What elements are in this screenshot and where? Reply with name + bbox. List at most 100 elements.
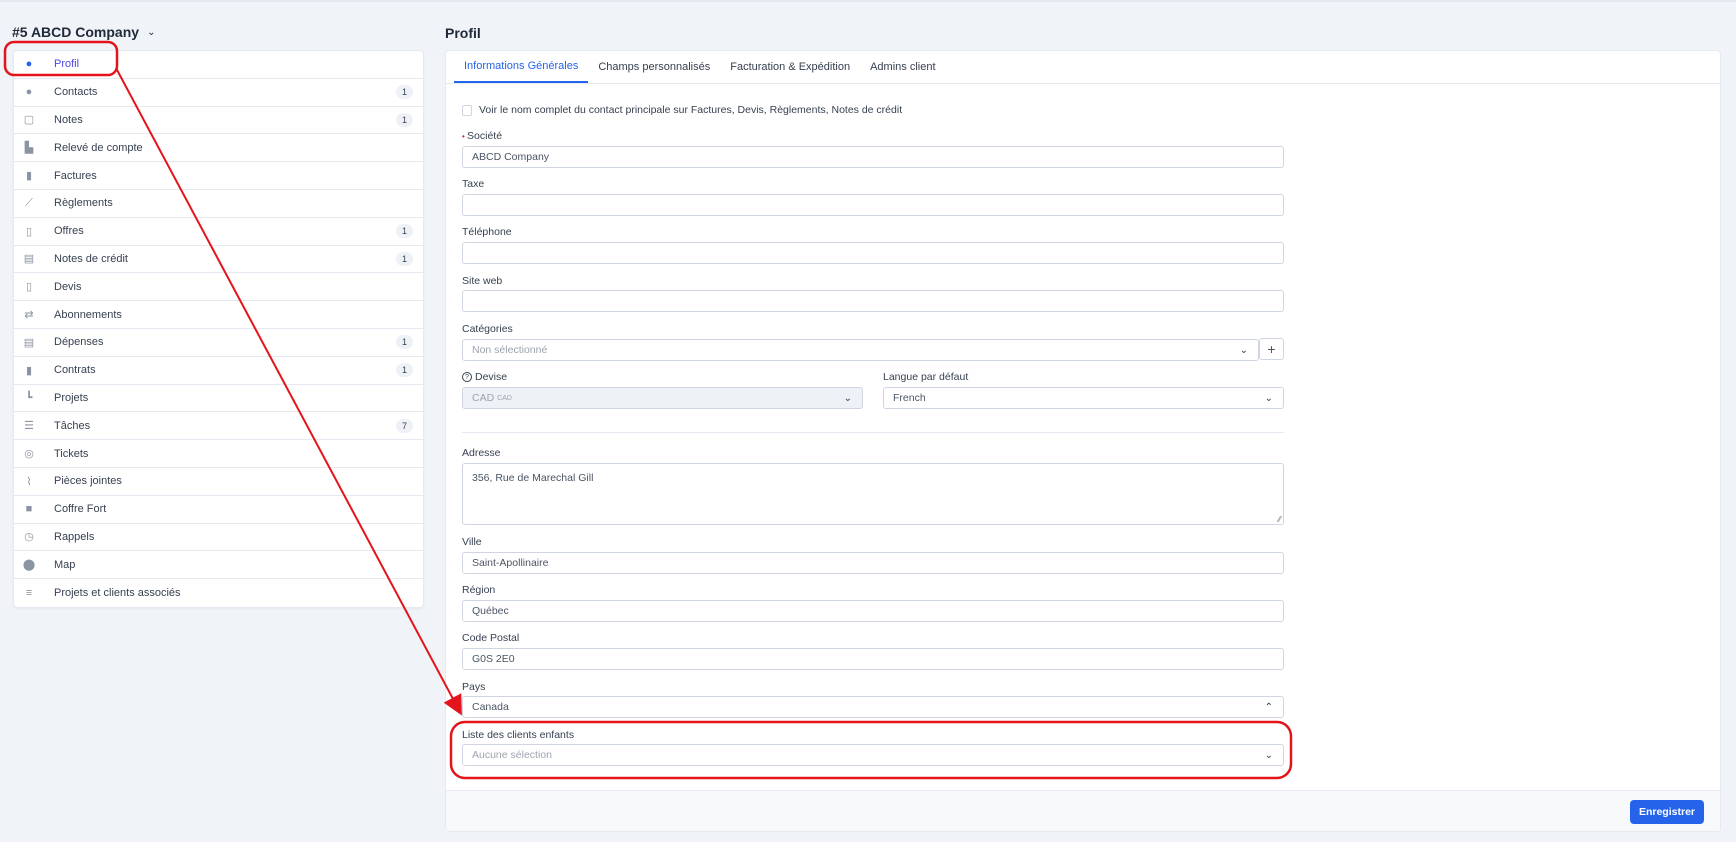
- company-title: #5 ABCD Company: [12, 24, 140, 40]
- sidebar-item-label: Offres: [54, 225, 84, 238]
- sidebar-item-abonnements[interactable]: ⇄ Abonnements: [14, 301, 423, 329]
- sidebar-item-contacts[interactable]: ● Contacts 1: [14, 79, 423, 107]
- map-pin-icon: ⬤: [22, 559, 36, 572]
- sidebar-item-label: Dépenses: [54, 336, 104, 349]
- region-input[interactable]: Québec: [462, 600, 1284, 622]
- user-icon: ●: [25, 86, 33, 99]
- sidebar-item-label: Tickets: [54, 447, 89, 460]
- tab-informations-generales[interactable]: Informations Générales: [454, 51, 589, 83]
- sidebar-item-coffre-fort[interactable]: ■ Coffre Fort: [14, 496, 423, 524]
- file-icon: ▯: [25, 281, 33, 294]
- user-circle-icon: ●: [25, 58, 33, 71]
- sidebar-item-label: Profil: [54, 58, 80, 71]
- sidebar-item-label: Projets et clients associés: [54, 587, 181, 600]
- show-contact-name-option: Voir le nom complet du contact principal…: [462, 104, 902, 116]
- region-label: Région: [462, 584, 496, 596]
- categories-label: Catégories: [462, 323, 513, 335]
- sidebar-item-factures[interactable]: ▮ Factures: [14, 162, 423, 190]
- show-contact-name-checkbox[interactable]: [462, 104, 472, 116]
- tab-admins-client[interactable]: Admins client: [860, 51, 945, 83]
- site-web-label: Site web: [462, 275, 503, 287]
- line-chart-icon: ⟋: [25, 196, 33, 209]
- taxe-input[interactable]: [462, 194, 1284, 216]
- site-web-input[interactable]: [462, 290, 1284, 312]
- invoice-file-icon: ▮: [25, 170, 33, 183]
- sidebar-item-label: Notes de crédit: [54, 252, 128, 265]
- page-title: Profil: [445, 25, 481, 41]
- adresse-textarea[interactable]: 356, Rue de Marechal Gill ⁄⁄: [462, 463, 1284, 525]
- devise-select: CAD CAD ⌄: [462, 387, 863, 409]
- profile-card: Informations Générales Champs personnali…: [445, 50, 1721, 832]
- menu-lines-icon: ≡: [25, 587, 33, 600]
- chevron-down-icon: ⌄: [843, 392, 852, 404]
- chevron-down-icon: ⌄: [1239, 344, 1248, 356]
- count-badge: 1: [395, 85, 413, 100]
- sidebar-item-label: Notes: [54, 113, 83, 126]
- sidebar-item-notes[interactable]: ▢ Notes 1: [14, 107, 423, 135]
- sidebar-item-label: Relevé de compte: [54, 141, 143, 154]
- sidebar-item-contrats[interactable]: ▮ Contrats 1: [14, 357, 423, 385]
- count-badge: 1: [395, 335, 413, 350]
- sidebar-item-offres[interactable]: ▯ Offres 1: [14, 218, 423, 246]
- clients-enfants-select[interactable]: Aucune sélection ⌄: [462, 744, 1284, 766]
- sidebar: ● Profil ● Contacts 1 ▢ Notes 1 ▙ Relevé de compt…: [13, 50, 424, 608]
- area-chart-icon: ▙: [24, 142, 34, 155]
- count-badge: 1: [395, 251, 413, 266]
- sidebar-item-label: Coffre Fort: [54, 503, 107, 516]
- sidebar-item-map[interactable]: ⬤ Map: [14, 551, 423, 580]
- resize-handle-icon[interactable]: ⁄⁄: [1278, 515, 1281, 524]
- sidebar-item-devis[interactable]: ▯ Devis: [14, 273, 423, 302]
- ville-label: Ville: [462, 536, 482, 548]
- count-badge: 1: [395, 363, 413, 378]
- tab-facturation-expedition[interactable]: Facturation & Expédition: [720, 51, 860, 83]
- life-ring-icon: ◎: [24, 448, 34, 461]
- langue-label: Langue par défaut: [883, 371, 969, 383]
- clients-enfants-label: Liste des clients enfants: [462, 729, 575, 741]
- sidebar-item-label: Devis: [54, 280, 82, 293]
- sidebar-item-projets-et-clients-associes[interactable]: ≡ Projets et clients associés: [14, 579, 423, 607]
- sidebar-item-pieces-jointes[interactable]: ⌇ Pièces jointes: [14, 468, 423, 496]
- sidebar-item-rappels[interactable]: ◷ Rappels: [14, 524, 423, 552]
- chevron-down-icon: ⌄: [147, 26, 156, 38]
- lock-icon: ■: [25, 503, 33, 516]
- code-postal-input[interactable]: G0S 2E0: [462, 648, 1284, 670]
- chevron-down-icon: ⌄: [1264, 392, 1273, 404]
- devise-label: ? Devise: [462, 371, 507, 383]
- contract-file-icon: ▮: [25, 364, 33, 377]
- sidebar-item-label: Factures: [54, 169, 97, 182]
- task-list-icon: ☰: [24, 420, 34, 433]
- adresse-label: Adresse: [462, 447, 501, 459]
- tab-champs-personnalises[interactable]: Champs personnalisés: [588, 51, 720, 83]
- count-badge: 1: [395, 224, 413, 239]
- file-text-icon: ▤: [23, 336, 35, 349]
- add-category-button[interactable]: +: [1259, 338, 1284, 360]
- pays-select[interactable]: Canada ⌃: [462, 696, 1284, 718]
- chevron-up-icon: ⌃: [1264, 701, 1273, 713]
- sidebar-item-profil[interactable]: ● Profil: [14, 51, 423, 79]
- sidebar-item-taches[interactable]: ☰ Tâches 7: [14, 412, 423, 441]
- file-p-icon: ▯: [25, 225, 33, 238]
- sidebar-item-label: Projets: [54, 391, 89, 404]
- langue-select[interactable]: French ⌄: [883, 387, 1284, 409]
- sidebar-item-releve-de-compte[interactable]: ▙ Relevé de compte: [14, 134, 423, 163]
- save-button[interactable]: Enregistrer: [1629, 800, 1704, 824]
- sticky-note-icon: ▢: [23, 114, 35, 127]
- sidebar-item-depenses[interactable]: ▤ Dépenses 1: [14, 329, 423, 357]
- sidebar-item-reglements[interactable]: ⟋ Règlements: [14, 190, 423, 218]
- sidebar-item-label: Contrats: [54, 364, 96, 377]
- help-icon[interactable]: ?: [462, 372, 472, 382]
- societe-input[interactable]: ABCD Company: [462, 146, 1284, 168]
- categories-select[interactable]: Non sélectionné ⌄: [462, 339, 1259, 361]
- card-footer: Enregistrer: [446, 790, 1720, 831]
- sidebar-item-tickets[interactable]: ◎ Tickets: [14, 440, 423, 468]
- ville-input[interactable]: Saint-Apollinaire: [462, 552, 1284, 574]
- sidebar-item-notes-de-credit[interactable]: ▤ Notes de crédit 1: [14, 246, 423, 274]
- divider: [462, 432, 1284, 433]
- societe-label: • Société: [462, 130, 503, 142]
- repeat-icon: ⇄: [24, 309, 34, 322]
- company-selector[interactable]: #5 ABCD Company ⌄: [12, 24, 155, 40]
- chart-steps-icon: ┗: [25, 392, 33, 405]
- sidebar-item-label: Règlements: [54, 197, 113, 210]
- sidebar-item-projets[interactable]: ┗ Projets: [14, 385, 423, 413]
- telephone-input[interactable]: [462, 242, 1284, 264]
